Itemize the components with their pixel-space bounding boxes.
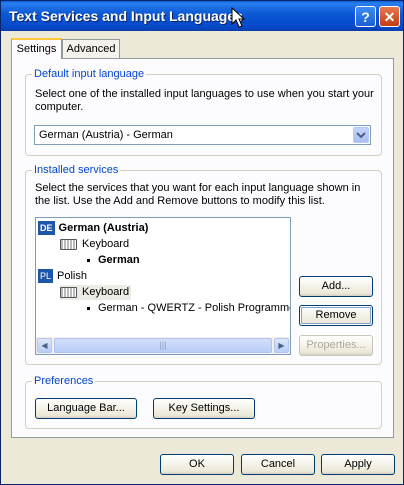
- installed-services-description: Select the services that you want for ea…: [35, 182, 361, 207]
- tree-item-german-austria[interactable]: DE German (Austria): [38, 221, 148, 236]
- language-label: German (Austria): [58, 222, 149, 234]
- default-language-dropdown[interactable]: German (Austria) - German: [34, 125, 371, 145]
- ok-button[interactable]: OK: [160, 454, 234, 475]
- bullet-icon: [87, 306, 90, 310]
- bullet-icon: [87, 258, 90, 262]
- cancel-button[interactable]: Cancel: [241, 454, 315, 475]
- properties-button[interactable]: Properties...: [299, 335, 373, 356]
- category-label: Keyboard: [82, 286, 130, 298]
- layout-label: German: [98, 254, 140, 266]
- help-button[interactable]: ?: [355, 6, 376, 27]
- close-button[interactable]: ✕: [379, 6, 400, 27]
- scroll-thumb[interactable]: |||: [54, 338, 272, 353]
- keyboard-icon: [60, 286, 77, 298]
- tree-item-keyboard-polish[interactable]: Keyboard: [60, 285, 132, 300]
- add-button[interactable]: Add...: [299, 276, 373, 297]
- tree-item-layout-german[interactable]: German: [87, 253, 140, 268]
- mouse-cursor-icon: [231, 7, 245, 28]
- tree-item-keyboard-german[interactable]: Keyboard: [60, 237, 129, 252]
- tree-item-layout-qwertz[interactable]: German - QWERTZ - Polish Programmer: [87, 301, 291, 316]
- services-tree[interactable]: DE German (Austria) Keyboard German PL Pol…: [35, 217, 291, 355]
- tab-settings[interactable]: Settings: [11, 38, 62, 59]
- category-label: Keyboard: [82, 238, 130, 250]
- remove-button[interactable]: Remove: [299, 305, 373, 326]
- layout-label: German - QWERTZ - Polish Programmer: [98, 302, 291, 314]
- keyboard-icon: [60, 238, 77, 250]
- scroll-right-icon[interactable]: ▶: [274, 338, 289, 353]
- default-language-value: German (Austria) - German: [39, 129, 173, 141]
- tab-advanced[interactable]: Advanced: [62, 39, 120, 58]
- preferences-legend: Preferences: [34, 375, 94, 387]
- key-settings-button[interactable]: Key Settings...: [153, 398, 255, 419]
- language-badge: PL: [38, 269, 54, 283]
- default-input-legend: Default input language: [34, 68, 145, 80]
- installed-services-legend: Installed services: [34, 164, 119, 176]
- scroll-left-icon[interactable]: ◀: [37, 338, 52, 353]
- tree-item-polish[interactable]: PL Polish: [38, 269, 87, 284]
- horizontal-scrollbar[interactable]: ◀ ||| ▶: [36, 337, 290, 354]
- title-bar[interactable]: Text Services and Input Languages ? ✕: [1, 1, 403, 31]
- language-badge: DE: [38, 221, 55, 235]
- window-title: Text Services and Input Languages: [9, 8, 243, 24]
- dropdown-arrow-icon[interactable]: [353, 127, 369, 143]
- language-bar-button[interactable]: Language Bar...: [35, 398, 137, 419]
- default-input-description: Select one of the installed input langua…: [35, 88, 374, 113]
- apply-button[interactable]: Apply: [321, 454, 395, 475]
- dialog-window: Text Services and Input Languages ? ✕ Se…: [0, 0, 404, 485]
- language-label: Polish: [57, 270, 87, 282]
